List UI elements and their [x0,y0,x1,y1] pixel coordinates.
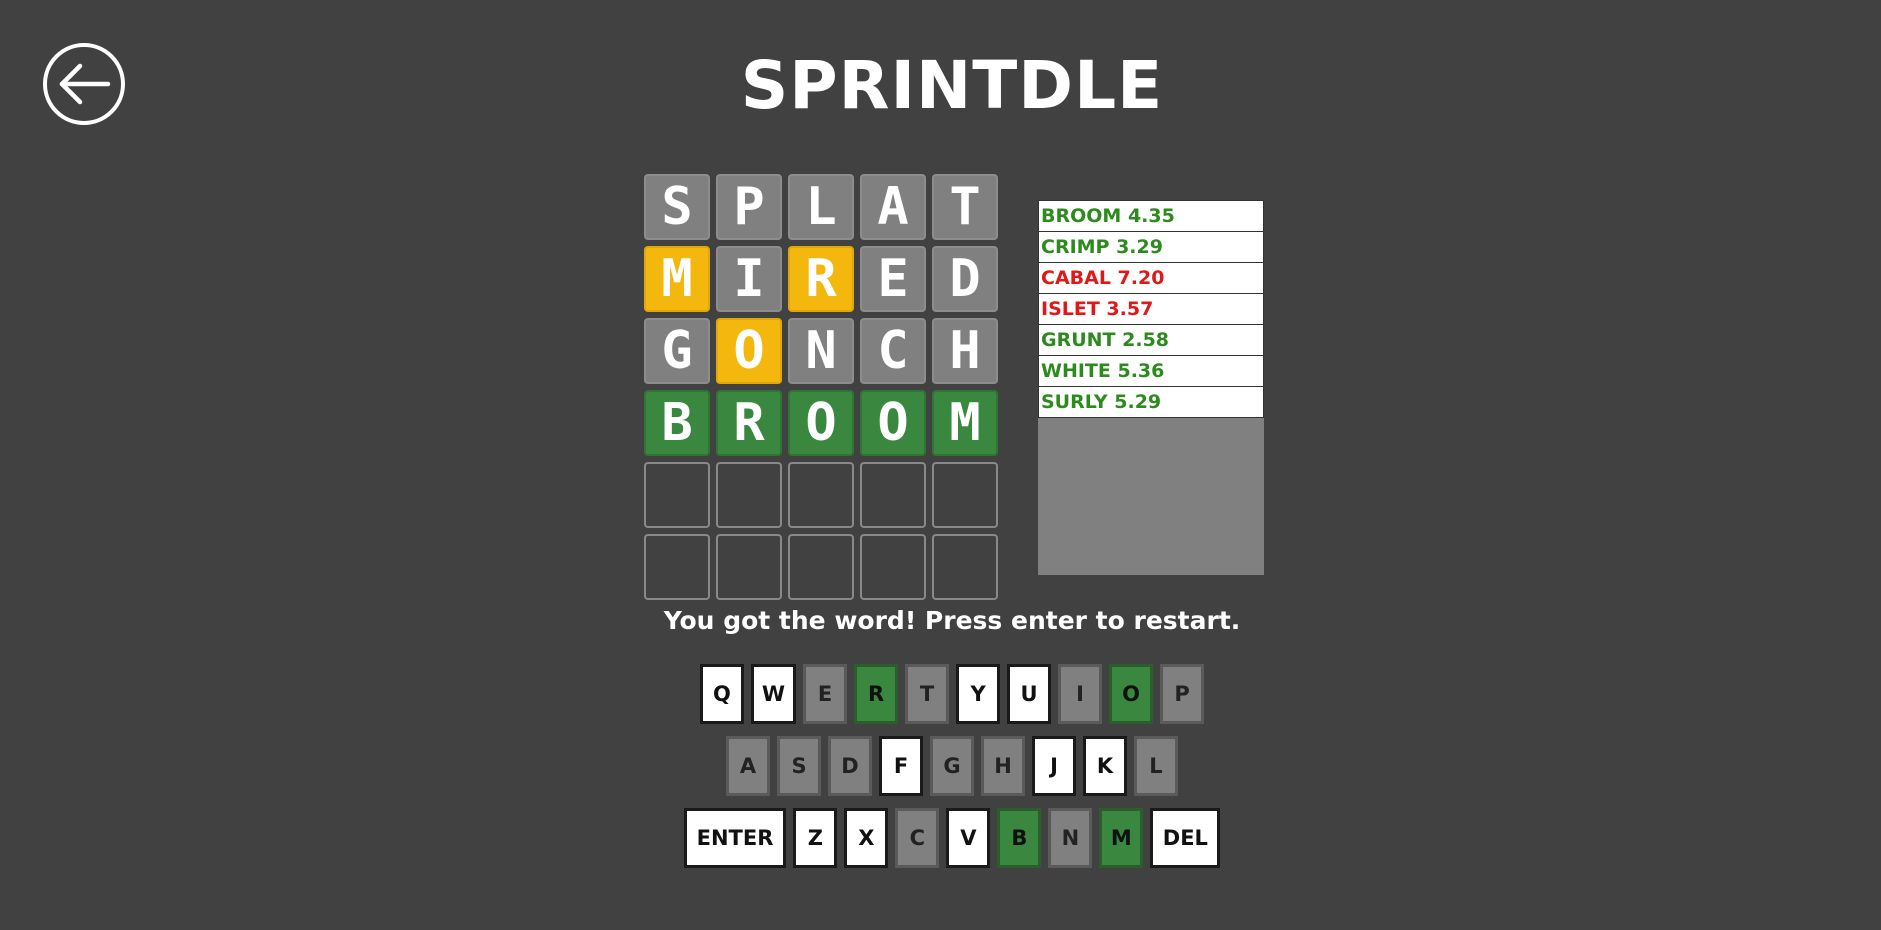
key-w[interactable]: W [750,664,797,724]
key-s[interactable]: S [777,736,821,796]
key-k[interactable]: K [1083,736,1127,796]
key-p[interactable]: P [1160,664,1205,724]
key-t[interactable]: T [905,664,950,724]
key-g[interactable]: G [930,736,974,796]
keyboard-row: ASDFGHJKL [0,736,1881,796]
key-a[interactable]: A [726,736,770,796]
board-tile [860,534,926,600]
history-item: CRIMP 3.29 [1038,231,1264,263]
key-b[interactable]: B [997,808,1042,868]
board-tile: M [932,390,998,456]
del-key[interactable]: DEL [1150,808,1221,868]
history-item: CABAL 7.20 [1038,262,1264,294]
key-v[interactable]: V [946,808,991,868]
word-history-panel: BROOM 4.35 CRIMP 3.29 CABAL 7.20 ISLET 3.57… [1038,200,1264,575]
key-h[interactable]: H [981,736,1025,796]
key-l[interactable]: L [1134,736,1178,796]
board-tile: M [644,246,710,312]
history-item: WHITE 5.36 [1038,355,1264,387]
key-e[interactable]: E [803,664,848,724]
board-tile: I [716,246,782,312]
history-item: SURLY 5.29 [1038,386,1264,418]
board-tile [932,462,998,528]
keyboard-row: QWERTYUIOP [0,664,1881,724]
board-tile [716,534,782,600]
history-item: BROOM 4.35 [1038,200,1264,232]
board-tile: D [932,246,998,312]
key-r[interactable]: R [854,664,899,724]
board-tile [716,462,782,528]
key-x[interactable]: X [844,808,889,868]
key-o[interactable]: O [1109,664,1154,724]
on-screen-keyboard: Q W E R T Y U I O P A S D F G H J K L ENTER Z X C V B N M DEL [0,664,1881,880]
keyboard-row: ENTER Z X C V B N M DEL [0,808,1881,868]
history-item: GRUNT 2.58 [1038,324,1264,356]
board-tile [932,534,998,600]
key-f[interactable]: F [879,736,923,796]
board-tile: O [716,318,782,384]
board-tile [788,462,854,528]
key-d[interactable]: D [828,736,872,796]
key-j[interactable]: J [1032,736,1076,796]
board-tile: A [860,174,926,240]
board-tile [644,462,710,528]
board-tile [860,462,926,528]
board-tile [644,534,710,600]
key-y[interactable]: Y [956,664,1001,724]
board-tile: N [788,318,854,384]
board-tile: R [788,246,854,312]
game-board: SPLATMIREDGONCHBROOM [644,174,998,600]
board-tile: E [860,246,926,312]
key-i[interactable]: I [1058,664,1103,724]
board-tile: P [716,174,782,240]
board-tile: C [860,318,926,384]
key-m[interactable]: M [1099,808,1144,868]
status-message: You got the word! Press enter to restart… [663,606,1241,635]
board-tile: G [644,318,710,384]
key-q[interactable]: Q [699,664,744,724]
key-z[interactable]: Z [793,808,838,868]
board-tile: L [788,174,854,240]
key-u[interactable]: U [1007,664,1052,724]
key-c[interactable]: C [895,808,940,868]
key-n[interactable]: N [1048,808,1093,868]
board-tile: R [716,390,782,456]
board-tile: S [644,174,710,240]
board-tile: O [788,390,854,456]
page-title: SPRINTDLE [740,47,1164,124]
enter-key[interactable]: ENTER [683,808,787,868]
history-item: ISLET 3.57 [1038,293,1264,325]
board-tile [788,534,854,600]
board-tile: O [860,390,926,456]
board-tile: T [932,174,998,240]
board-tile: H [932,318,998,384]
board-tile: B [644,390,710,456]
